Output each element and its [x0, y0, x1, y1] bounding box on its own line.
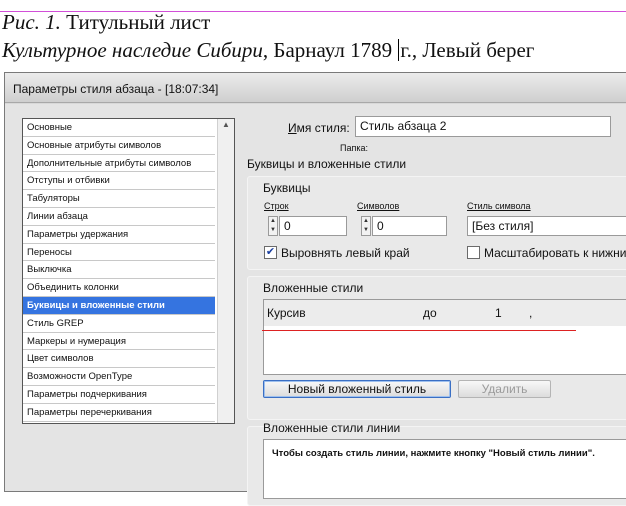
- align-left-label: Выровнять левый край: [281, 246, 410, 260]
- document-text-line[interactable]: Культурное наследие Сибири, Барнаул 1789…: [2, 38, 534, 63]
- nested-style-char-style[interactable]: Курсив: [267, 306, 306, 320]
- style-name-label: Имя стиля:: [288, 121, 350, 135]
- nested-style-count[interactable]: 1: [495, 306, 502, 320]
- category-item[interactable]: Буквицы и вложенные стили: [23, 296, 215, 315]
- category-item[interactable]: Отступы и отбивки: [23, 172, 215, 191]
- category-item[interactable]: Стиль GREP: [23, 315, 215, 333]
- category-item[interactable]: Переносы: [23, 244, 215, 262]
- dialog-client-area: Основные Основные атрибуты символов Дополн…: [5, 104, 626, 506]
- nested-styles-title: Вложенные стили: [263, 281, 364, 295]
- stepper-up-icon[interactable]: ▲: [363, 218, 369, 224]
- folder-label: Папка:: [340, 143, 368, 153]
- caption-italic: Рис. 1.: [2, 10, 61, 34]
- delete-nested-style-button[interactable]: Удалить: [458, 380, 551, 398]
- category-item[interactable]: Выключка: [23, 261, 215, 280]
- category-item[interactable]: Параметры перечеркивания: [23, 404, 215, 422]
- nested-style-delimiter[interactable]: ,: [529, 306, 532, 320]
- dropcaps-chars-label: Символов: [357, 201, 400, 211]
- nested-style-through[interactable]: до: [423, 306, 437, 320]
- category-list[interactable]: Основные Основные атрибуты символов Дополн…: [22, 118, 235, 424]
- category-item[interactable]: Основные: [23, 119, 215, 137]
- category-items: Основные Основные атрибуты символов Дополн…: [23, 119, 234, 422]
- annotation-red-line: [262, 330, 576, 331]
- section-title: Буквицы и вложенные стили: [247, 157, 407, 171]
- category-item[interactable]: Параметры подчеркивания: [23, 386, 215, 404]
- text-after-caret: г., Левый берег: [400, 38, 535, 62]
- nested-line-styles-title: Вложенные стили линии: [263, 421, 401, 435]
- stepper-up-icon[interactable]: ▲: [270, 218, 276, 224]
- stepper-down-icon[interactable]: ▼: [363, 227, 369, 233]
- stepper-down-icon[interactable]: ▼: [270, 227, 276, 233]
- category-item[interactable]: Объединить колонки: [23, 279, 215, 297]
- text-italic: Культурное наследие Сибири: [2, 38, 263, 62]
- category-scrollbar[interactable]: ▲: [217, 119, 234, 423]
- char-style-select[interactable]: [Без стиля]: [467, 216, 626, 236]
- align-left-checkbox[interactable]: ✔: [264, 246, 277, 259]
- scroll-up-arrow-icon[interactable]: ▲: [222, 120, 230, 129]
- category-item[interactable]: Табуляторы: [23, 190, 215, 208]
- new-nested-style-button[interactable]: Новый вложенный стиль: [263, 380, 451, 398]
- caption-text: Титульный лист: [60, 10, 211, 34]
- style-name-input[interactable]: Стиль абзаца 2: [355, 116, 611, 137]
- scale-checkbox[interactable]: [467, 246, 480, 259]
- category-item[interactable]: Цвет символов: [23, 350, 215, 369]
- char-style-label: Стиль символа: [467, 201, 531, 211]
- dropcaps-title: Буквицы: [263, 181, 311, 195]
- checkmark-icon: ✔: [265, 246, 276, 258]
- dialog-title: Параметры стиля абзаца - [18:07:34]: [13, 82, 219, 96]
- dropcaps-lines-label: Строк: [264, 201, 289, 211]
- dropcaps-lines-stepper[interactable]: ▲ ▼: [268, 216, 278, 236]
- scale-label: Масштабировать к нижни: [484, 246, 626, 260]
- nested-line-styles-hint: Чтобы создать стиль линии, нажмите кнопк…: [272, 448, 595, 459]
- category-item[interactable]: Возможности OpenType: [23, 368, 215, 386]
- dialog-titlebar[interactable]: Параметры стиля абзаца - [18:07:34]: [5, 73, 626, 103]
- dropcaps-lines-input[interactable]: 0: [279, 216, 347, 236]
- category-item[interactable]: Параметры удержания: [23, 226, 215, 244]
- document-caption-line: Рис. 1. Титульный лист: [2, 10, 210, 35]
- nested-style-row[interactable]: Курсив до 1 ,: [264, 300, 626, 326]
- dropcaps-chars-input[interactable]: 0: [372, 216, 447, 236]
- paragraph-style-options-dialog: Параметры стиля абзаца - [18:07:34] Осно…: [4, 72, 626, 506]
- category-item[interactable]: Дополнительные атрибуты символов: [23, 155, 215, 173]
- category-item[interactable]: Линии абзаца: [23, 208, 215, 226]
- category-item[interactable]: Маркеры и нумерация: [23, 333, 215, 351]
- nested-styles-list[interactable]: Курсив до 1 ,: [262, 299, 626, 375]
- dropcaps-chars-stepper[interactable]: ▲ ▼: [361, 216, 371, 236]
- nested-line-styles-list[interactable]: Чтобы создать стиль линии, нажмите кнопк…: [263, 439, 626, 499]
- category-item[interactable]: Основные атрибуты символов: [23, 137, 215, 155]
- text-before-caret: , Барнаул 1789: [262, 38, 398, 62]
